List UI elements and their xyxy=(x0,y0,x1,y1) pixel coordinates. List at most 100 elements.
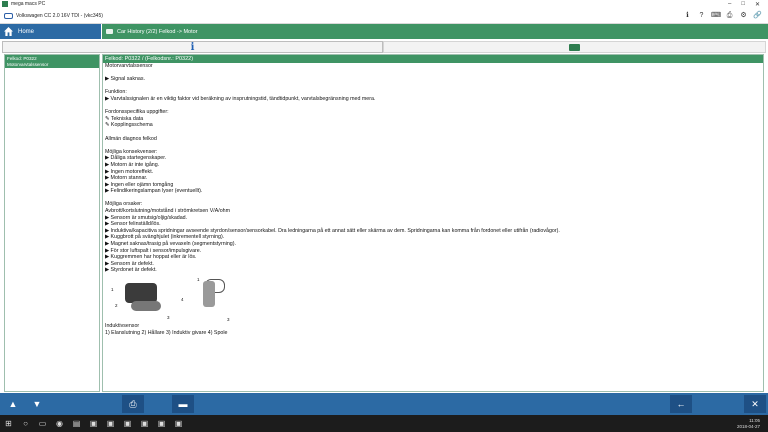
keyboard-icon[interactable]: ⌨ xyxy=(711,11,721,20)
fault-header: Felkod: P0322 / (Felkodsnr.: P0322) xyxy=(103,55,763,63)
start-icon[interactable]: ⊞ xyxy=(3,418,14,429)
close-window-icon[interactable]: ✕ xyxy=(755,1,760,8)
app-icon[interactable]: ▣ xyxy=(156,418,167,429)
search-icon[interactable]: ○ xyxy=(20,418,31,429)
content-line: ▶ Signal saknas. xyxy=(105,76,145,83)
tab-row: i xyxy=(0,39,768,54)
clock-date: 2018-04-27 xyxy=(736,423,760,429)
tab-info[interactable]: i xyxy=(2,41,383,53)
breadcrumb-text: Car History (2/2) Felkod -> Motor xyxy=(117,28,198,35)
close-icon: ✕ xyxy=(751,398,759,409)
figure-caption-parts: 1) Elanslutning 2) Hållare 3) Induktiv g… xyxy=(105,329,228,336)
explorer-icon[interactable]: ▤ xyxy=(71,418,82,429)
print-icon[interactable]: ⎙ xyxy=(725,11,734,20)
back-arrow-icon: ← xyxy=(676,399,686,409)
app-icon[interactable]: ▣ xyxy=(105,418,116,429)
sensor-image xyxy=(125,283,157,303)
bottom-toolbar: ▲ ▼ ⎙ ▬ ← ✕ xyxy=(0,393,768,415)
vehicle-bar: Volkswagen CC 2.0 16V TDI - (vkc345) ℹ ?… xyxy=(0,8,768,24)
content-line: ▶ Ingen motoreffekt. xyxy=(105,168,154,175)
content-line: ▶ Varvtalssignalen är en viktig faktor v… xyxy=(105,95,376,102)
figure-label: 2 xyxy=(115,303,118,308)
info-icon: i xyxy=(190,41,195,53)
app-icon[interactable]: ▣ xyxy=(139,418,150,429)
content-line: ▶ Sensorn är smutsig/oljig/skadad. xyxy=(105,214,188,221)
content-line[interactable]: ✎ Kopplingsschema xyxy=(105,122,761,129)
sensor-image xyxy=(131,301,161,311)
content-line: ▶ Sensor felinställd/lös. xyxy=(105,221,161,228)
content-line: Möjliga konsekvenser: xyxy=(105,148,158,155)
content-line: Funktion: xyxy=(105,89,127,96)
figure-label: 3 xyxy=(227,317,230,322)
content-line: ▶ Magnet saknas/trasig på vevaxeln (segm… xyxy=(105,241,236,248)
app-icon[interactable]: ▣ xyxy=(88,418,99,429)
figure-caption-title: Induktivsensor xyxy=(105,323,140,329)
toolbar-icons: ℹ ? ⌨ ⎙ ⚙ 🔗 xyxy=(683,11,762,20)
task-view-icon[interactable]: ▭ xyxy=(37,418,48,429)
settings-icon[interactable]: ⚙ xyxy=(739,11,748,20)
system-clock[interactable]: 11:05 2018-04-27 xyxy=(737,418,760,429)
back-button[interactable]: ← xyxy=(670,395,692,413)
folder-icon xyxy=(569,43,580,51)
app-logo-icon xyxy=(2,1,8,7)
window-controls: – □ ✕ xyxy=(728,1,760,8)
content-line: ▶ Kuggremmen har hoppat eller är lös. xyxy=(105,254,197,261)
browser-icon[interactable]: ◉ xyxy=(54,418,65,429)
breadcrumb: Car History (2/2) Felkod -> Motor xyxy=(102,24,768,39)
arrow-up-icon: ▲ xyxy=(8,399,18,409)
fault-content: Motorvarvtalssensor ▶ Signal saknas. Funkt… xyxy=(103,63,763,336)
content-line: Fordonsspecifika uppgifter: xyxy=(105,109,169,116)
content-line: ▶ Motorn stannar. xyxy=(105,175,148,182)
sensor-image xyxy=(203,281,215,307)
car-icon xyxy=(4,12,13,19)
window-title: mega macs PC xyxy=(11,1,46,7)
printer-icon: ⎙ xyxy=(129,398,137,409)
link-icon[interactable]: 🔗 xyxy=(753,11,762,20)
content-line: ▶ Ingen eller ojämn tomgång xyxy=(105,181,174,188)
nav-bar: Home Car History (2/2) Felkod -> Motor xyxy=(0,24,768,39)
os-taskbar: ⊞ ○ ▭ ◉ ▤ ▣ ▣ ▣ ▣ ▣ ▣ 11:05 2018-04-27 xyxy=(0,415,768,432)
content-line: Avbrott/kortslutning/motstånd i strömkre… xyxy=(105,208,231,215)
fault-detail-panel: Felkod: P0322 / (Felkodsnr.: P0322) Moto… xyxy=(102,54,764,392)
maximize-icon[interactable]: □ xyxy=(741,1,745,8)
help-icon[interactable]: ? xyxy=(697,11,706,20)
content-line[interactable]: Allmän diagnos felkod xyxy=(105,136,761,143)
fault-list-panel: Felkod: P0322 Motorvarvtalssensor xyxy=(4,54,100,392)
sensor-illustration: 1 2 3 4 1 3 xyxy=(107,277,247,322)
tab-documents[interactable] xyxy=(383,41,766,53)
list-item[interactable]: Felkod: P0322 Motorvarvtalssensor xyxy=(5,55,99,68)
content-line: ▶ Motorn är inte igång. xyxy=(105,161,160,168)
content-line: Motorvarvtalssensor xyxy=(105,63,153,69)
content-line: ▶ Styrdonet är defekt. xyxy=(105,267,157,274)
content-line[interactable]: ✎ Tekniska data xyxy=(105,116,761,123)
arrow-down-icon: ▼ xyxy=(32,399,42,409)
minimize-icon[interactable]: – xyxy=(728,1,731,8)
window-titlebar: mega macs PC – □ ✕ xyxy=(0,0,768,8)
close-button[interactable]: ✕ xyxy=(744,395,766,413)
folder-icon xyxy=(106,29,113,34)
fault-desc-label: Motorvarvtalssensor xyxy=(7,61,49,67)
app-icon[interactable]: ▣ xyxy=(122,418,133,429)
content-line: ▶ Sensorn är defekt. xyxy=(105,260,154,267)
figure-label: 1 xyxy=(197,277,200,282)
scroll-down-button[interactable]: ▼ xyxy=(26,395,48,413)
home-icon xyxy=(4,27,13,36)
vehicle-label: Volkswagen CC 2.0 16V TDI - (vkc345) xyxy=(16,12,103,19)
open-folder-button[interactable]: ▬ xyxy=(172,395,194,413)
app-icon[interactable]: ▣ xyxy=(173,418,184,429)
content-line: ▶ Felindikeringslampan lyser (eventuellt… xyxy=(105,188,203,195)
info-icon[interactable]: ℹ xyxy=(683,11,692,20)
home-label: Home xyxy=(18,28,35,35)
print-button[interactable]: ⎙ xyxy=(122,395,144,413)
figure-label: 1 xyxy=(111,287,114,292)
figure-label: 4 xyxy=(181,297,184,302)
scroll-up-button[interactable]: ▲ xyxy=(2,395,24,413)
home-button[interactable]: Home xyxy=(0,24,101,39)
figure-label: 3 xyxy=(167,315,170,320)
